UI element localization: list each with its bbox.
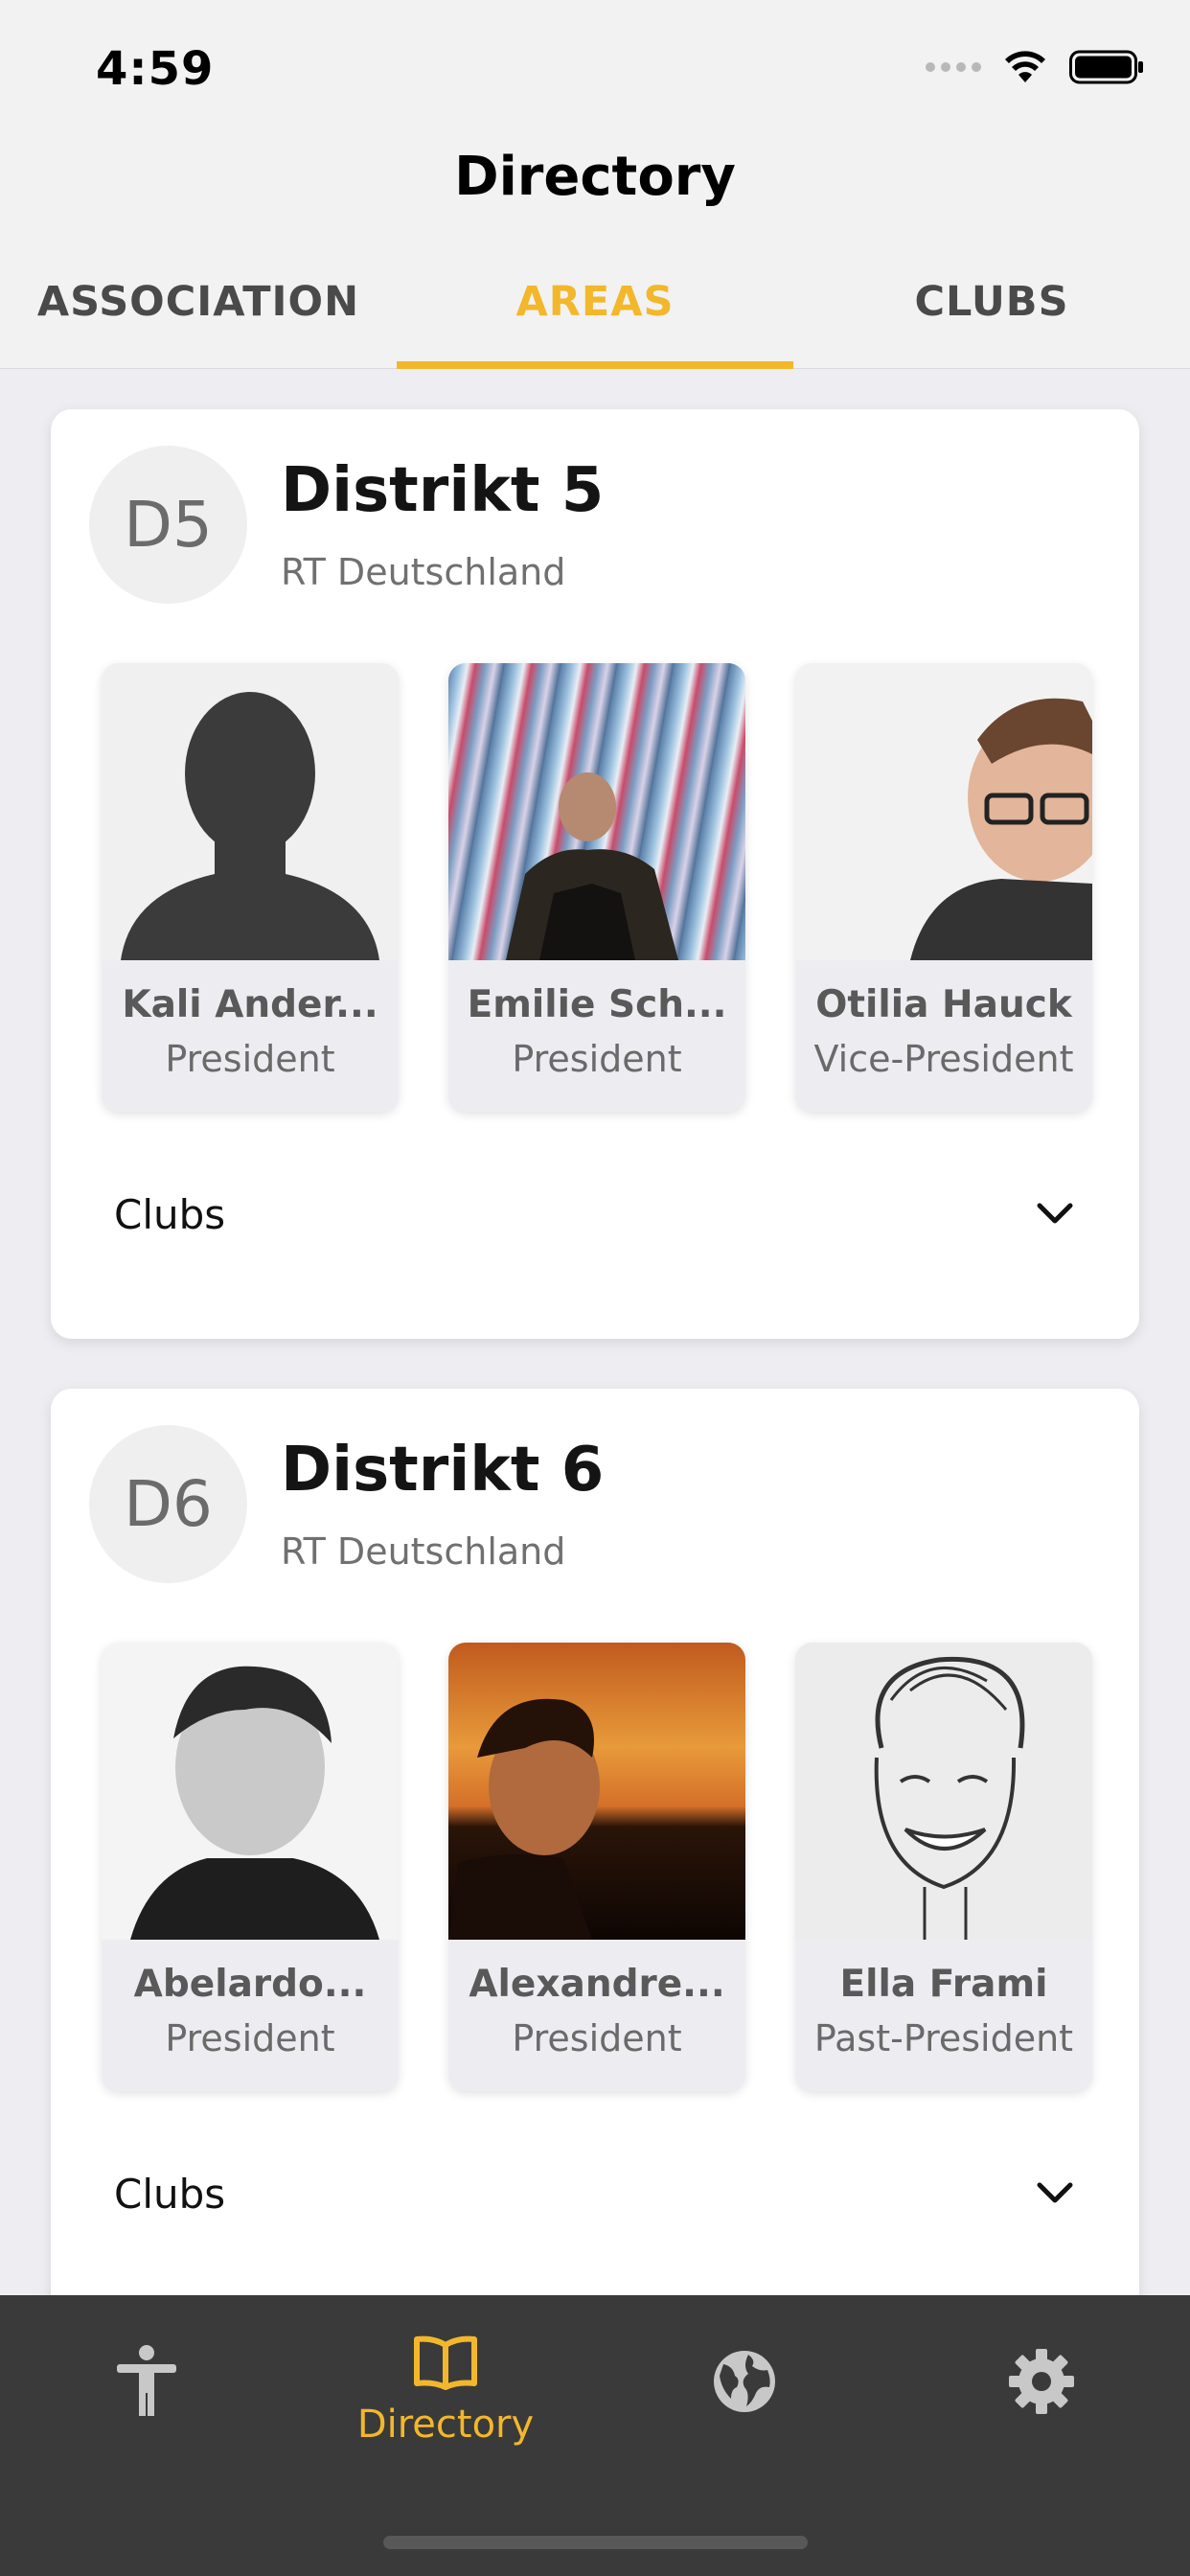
member-card[interactable]: Otilia Hauck Vice-President	[795, 663, 1092, 1112]
member-name: Emilie Sch...	[467, 983, 727, 1026]
member-name: Otilia Hauck	[815, 983, 1072, 1026]
member-photo-sunset	[448, 1643, 745, 1940]
book-icon	[414, 2335, 477, 2390]
tab-areas[interactable]: AREAS	[397, 268, 793, 369]
member-name: Ella Frami	[839, 1963, 1048, 2006]
clubs-expander[interactable]: Clubs	[114, 2155, 1076, 2232]
tab-clubs[interactable]: CLUBS	[793, 268, 1190, 369]
member-role: Vice-President	[813, 1038, 1074, 1080]
status-bar: 4:59	[0, 0, 1190, 144]
member-row: Kali Ander... President Emilie Sch... Pr…	[102, 663, 1092, 1112]
area-card: D6 Distrikt 6 RT Deutschland Abelardo...…	[51, 1389, 1139, 2295]
clubs-label: Clubs	[114, 1190, 226, 1238]
member-photo-glasses-man	[795, 663, 1092, 960]
tabbar-item-settings[interactable]	[922, 2334, 1161, 2420]
area-name: Distrikt 5	[281, 455, 605, 526]
member-role: President	[512, 1038, 682, 1080]
accessibility-icon	[117, 2345, 176, 2416]
member-role: President	[512, 2017, 682, 2059]
member-role: Past-President	[813, 2017, 1074, 2059]
home-indicator	[383, 2536, 808, 2549]
wifi-icon	[1005, 51, 1045, 82]
tabbar-item-directory[interactable]: Directory	[326, 2334, 565, 2447]
member-card[interactable]: Alexandre... President	[448, 1643, 745, 2091]
area-subtitle: RT Deutschland	[281, 551, 566, 593]
member-photo-colored-tubes	[448, 663, 745, 960]
area-badge: D6	[89, 1425, 247, 1583]
cellular-signal-icon	[926, 62, 981, 72]
member-name: Alexandre...	[469, 1963, 725, 2006]
member-role: President	[165, 1038, 335, 1080]
area-badge: D5	[89, 446, 247, 604]
member-role: President	[165, 2017, 335, 2059]
member-card[interactable]: Ella Frami Past-President	[795, 1643, 1092, 2091]
area-list[interactable]: D5 Distrikt 5 RT Deutschland Kali Ander.…	[0, 369, 1190, 2295]
member-card[interactable]: Abelardo... President	[102, 1643, 399, 2091]
member-card[interactable]: Emilie Sch... President	[448, 663, 745, 1112]
member-row: Abelardo... President Alexandre... Presi…	[102, 1643, 1092, 2091]
clubs-expander[interactable]: Clubs	[114, 1176, 1076, 1253]
status-time: 4:59	[96, 42, 215, 96]
member-card[interactable]: Kali Ander... President	[102, 663, 399, 1112]
status-icons	[926, 50, 1144, 84]
tabbar-item-globe[interactable]	[625, 2334, 864, 2420]
tabbar-label: Directory	[356, 2403, 535, 2447]
page-title: Directory	[454, 146, 736, 208]
member-name: Abelardo...	[133, 1963, 367, 2006]
clubs-label: Clubs	[114, 2170, 226, 2218]
member-photo-caricature	[795, 1643, 1092, 1940]
screen: 4:59 Directory ASSOCIATION AREAS CLUBS D…	[0, 0, 1190, 2576]
area-subtitle: RT Deutschland	[281, 1530, 566, 1573]
battery-icon	[1069, 50, 1143, 84]
bottom-tab-bar: Directory	[0, 2295, 1190, 2576]
chevron-down-icon	[1037, 2182, 1073, 2203]
chevron-down-icon	[1037, 1203, 1073, 1224]
tabbar-item-accessibility[interactable]	[27, 2334, 266, 2424]
member-photo-bw-portrait	[102, 1643, 399, 1940]
area-name: Distrikt 6	[281, 1435, 605, 1506]
member-photo-silhouette	[102, 663, 399, 960]
area-card: D5 Distrikt 5 RT Deutschland Kali Ander.…	[51, 409, 1139, 1339]
nav-header: Directory ASSOCIATION AREAS CLUBS	[0, 144, 1190, 369]
gear-icon	[1009, 2349, 1074, 2414]
member-name: Kali Ander...	[122, 983, 378, 1026]
tab-association[interactable]: ASSOCIATION	[0, 268, 397, 369]
globe-icon	[714, 2351, 775, 2412]
segment-tabs: ASSOCIATION AREAS CLUBS	[0, 268, 1190, 369]
